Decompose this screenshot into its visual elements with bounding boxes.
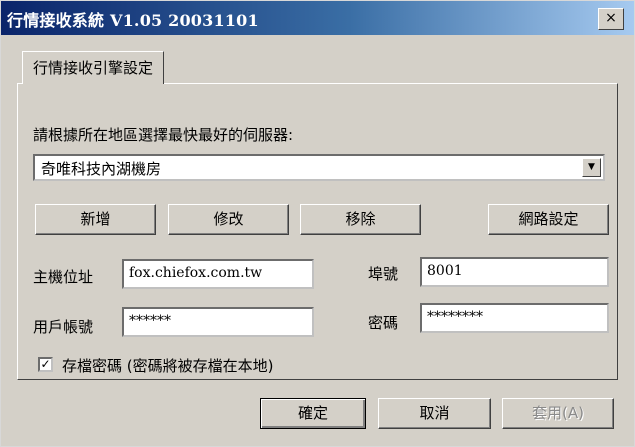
chevron-down-icon[interactable]: ▼: [582, 158, 601, 177]
account-input[interactable]: ******: [122, 307, 314, 337]
host-input[interactable]: fox.chiefox.com.tw: [122, 259, 314, 289]
password-label: 密碼: [368, 314, 399, 332]
ok-button[interactable]: 確定: [260, 398, 366, 429]
port-label: 埠號: [368, 265, 399, 283]
account-label: 用戶帳號: [33, 318, 94, 336]
apply-button[interactable]: 套用(A): [502, 398, 614, 429]
close-button[interactable]: ×: [598, 8, 624, 30]
edit-server-button[interactable]: 修改: [168, 204, 289, 235]
save-password-label[interactable]: 存檔密碼 (密碼將被存檔在本地): [62, 355, 273, 376]
host-label: 主機位址: [33, 268, 94, 286]
save-password-checkbox[interactable]: ✓: [38, 357, 53, 372]
window-title: 行情接收系統 V1.05 20031101: [7, 11, 259, 30]
port-input[interactable]: 8001: [420, 257, 609, 287]
add-server-button[interactable]: 新增: [35, 204, 156, 235]
settings-dialog: 行情接收系統 V1.05 20031101 × 行情接收引擎設定 請根據所在地區…: [0, 0, 635, 447]
server-select-value: 奇唯科技內湖機房: [41, 160, 162, 178]
server-select[interactable]: 奇唯科技內湖機房 ▼: [33, 154, 605, 181]
title-bar[interactable]: 行情接收系統 V1.05 20031101 ×: [1, 1, 634, 35]
tab-engine-settings[interactable]: 行情接收引擎設定: [22, 51, 165, 84]
password-input[interactable]: ********: [420, 303, 609, 333]
remove-server-button[interactable]: 移除: [300, 204, 421, 235]
server-prompt-label: 請根據所在地區選擇最快最好的伺服器:: [33, 126, 294, 144]
network-settings-button[interactable]: 網路設定: [488, 204, 609, 235]
cancel-button[interactable]: 取消: [378, 398, 491, 429]
